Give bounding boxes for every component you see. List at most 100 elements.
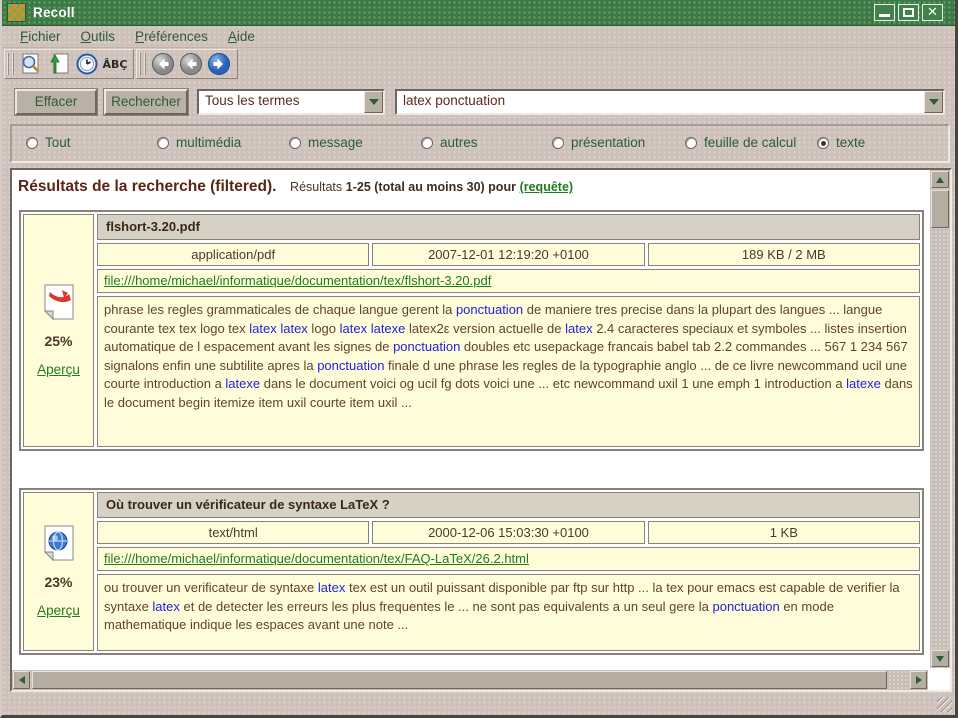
- radio-label: multimédia: [176, 135, 241, 150]
- prev-page-button[interactable]: [177, 51, 205, 77]
- results-range: 1-25 (total au moins 30) pour: [346, 180, 516, 194]
- pdf-file-icon: [42, 284, 76, 320]
- term-explorer-button[interactable]: ÂBÇ: [101, 51, 129, 77]
- result-title: flshort-3.20.pdf: [97, 214, 920, 240]
- triangle-up-icon: [936, 177, 944, 183]
- arrow-left-gray-icon: [151, 52, 175, 76]
- clear-button[interactable]: Effacer: [15, 89, 97, 115]
- minimize-button[interactable]: [874, 4, 895, 21]
- triangle-right-icon: [916, 676, 922, 684]
- sort-params-button[interactable]: [45, 51, 73, 77]
- filter-radio-multimedia[interactable]: multimédia: [157, 135, 241, 150]
- triangle-down-icon: [936, 656, 944, 662]
- vertical-scrollbar[interactable]: [930, 170, 950, 668]
- menu-outils[interactable]: Outils: [71, 27, 126, 47]
- document-search-icon: [19, 52, 43, 76]
- horizontal-scrollbar[interactable]: [12, 670, 928, 690]
- result-1-main: flshort-3.20.pdf application/pdf 2007-12…: [97, 214, 920, 447]
- scroll-left-button[interactable]: [13, 671, 30, 689]
- spelling-abc-icon: ÂBÇ: [103, 58, 128, 71]
- preview-link[interactable]: Aperçu: [37, 362, 80, 377]
- minimize-icon: [879, 14, 890, 17]
- new-search-button[interactable]: [17, 51, 45, 77]
- result-snippet: phrase les regles grammaticales de chaqu…: [97, 296, 920, 447]
- menu-bar: Fichier Outils Préférences Aide: [2, 26, 955, 48]
- result-url-row: file:///home/michael/informatique/docume…: [97, 269, 920, 293]
- resize-grip[interactable]: [937, 697, 952, 712]
- arrow-right-blue-icon: [207, 52, 231, 76]
- result-item-1: 25% Aperçu flshort-3.20.pdf application/…: [19, 210, 924, 451]
- maximize-button[interactable]: [898, 4, 919, 21]
- close-button[interactable]: ✕: [922, 4, 943, 21]
- filter-radio-tout[interactable]: Tout: [26, 135, 71, 150]
- menu-fichier[interactable]: Fichier: [10, 27, 71, 47]
- history-button[interactable]: [73, 51, 101, 77]
- result-2-main: Où trouver un vérificateur de syntaxe La…: [97, 492, 920, 651]
- search-type-dropdown-button[interactable]: [364, 91, 383, 113]
- filter-radio-autres[interactable]: autres: [421, 135, 478, 150]
- result-url-link[interactable]: file:///home/michael/informatique/docume…: [104, 551, 529, 566]
- scroll-down-button[interactable]: [931, 650, 949, 667]
- close-icon: ✕: [923, 5, 942, 20]
- radio-icon: [26, 137, 38, 149]
- scroll-right-button[interactable]: [910, 671, 927, 689]
- filter-radio-feuille-de-calcul[interactable]: feuille de calcul: [685, 135, 796, 150]
- window-title: Recoll: [33, 5, 75, 20]
- radio-icon: [817, 137, 829, 149]
- result-2-side-panel: 23% Aperçu: [23, 492, 94, 651]
- vertical-scrollbar-thumb[interactable]: [931, 190, 949, 228]
- toolbar: ÂBÇ: [2, 48, 955, 80]
- recoll-app-icon: [8, 4, 25, 21]
- relevance-percent: 25%: [44, 333, 72, 349]
- results-list: Résultats de la recherche (filtered). Ré…: [12, 170, 928, 668]
- filter-radio-texte[interactable]: texte: [817, 135, 865, 150]
- modified-date: 2000-12-06 15:03:30 +0100: [372, 521, 644, 544]
- query-link[interactable]: (requête): [520, 180, 573, 194]
- query-combobox[interactable]: latex ponctuation: [395, 89, 945, 115]
- radio-label: message: [308, 135, 363, 150]
- menu-aide[interactable]: Aide: [218, 27, 265, 47]
- clock-icon: [75, 52, 99, 76]
- mime-type: text/html: [97, 521, 369, 544]
- result-url-link[interactable]: file:///home/michael/informatique/docume…: [104, 273, 491, 288]
- result-item-2: 23% Aperçu Où trouver un vérificateur de…: [19, 488, 924, 655]
- first-page-button[interactable]: [149, 51, 177, 77]
- query-dropdown-button[interactable]: [924, 91, 943, 113]
- results-count-prefix: Résultats: [290, 180, 342, 194]
- filter-radio-message[interactable]: message: [289, 135, 363, 150]
- radio-icon: [421, 137, 433, 149]
- filter-radio-presentation[interactable]: présentation: [552, 135, 645, 150]
- search-type-combobox[interactable]: Tous les termes: [197, 89, 385, 115]
- search-type-value: Tous les termes: [205, 93, 300, 108]
- result-title: Où trouver un vérificateur de syntaxe La…: [97, 492, 920, 518]
- document-sort-icon: [47, 52, 71, 76]
- preview-link[interactable]: Aperçu: [37, 603, 80, 618]
- results-header: Résultats de la recherche (filtered). Ré…: [18, 178, 928, 196]
- toolbar-handle[interactable]: [139, 53, 146, 75]
- chevron-down-icon: [369, 99, 379, 105]
- radio-label: feuille de calcul: [704, 135, 796, 150]
- relevance-percent: 23%: [44, 574, 72, 590]
- file-size: 189 KB / 2 MB: [648, 243, 920, 266]
- scroll-up-button[interactable]: [931, 171, 949, 188]
- maximize-icon: [903, 8, 914, 17]
- radio-label: autres: [440, 135, 478, 150]
- status-bar: [2, 692, 955, 715]
- category-filter-panel: Tout multimédia message autres présentat…: [10, 124, 950, 163]
- radio-label: Tout: [45, 135, 71, 150]
- result-1-side-panel: 25% Aperçu: [23, 214, 94, 447]
- file-size: 1 KB: [648, 521, 920, 544]
- toolbar-group-tools: ÂBÇ: [4, 49, 134, 79]
- results-title: Résultats de la recherche (filtered).: [18, 178, 276, 195]
- radio-icon: [685, 137, 697, 149]
- search-button[interactable]: Rechercher: [104, 89, 188, 115]
- modified-date: 2007-12-01 12:19:20 +0100: [372, 243, 644, 266]
- mime-type: application/pdf: [97, 243, 369, 266]
- menu-preferences[interactable]: Préférences: [125, 27, 218, 47]
- radio-icon: [552, 137, 564, 149]
- horizontal-scrollbar-thumb[interactable]: [32, 671, 887, 689]
- next-page-button[interactable]: [205, 51, 233, 77]
- result-meta-row: application/pdf 2007-12-01 12:19:20 +010…: [97, 243, 920, 266]
- radio-icon: [157, 137, 169, 149]
- toolbar-handle[interactable]: [7, 53, 14, 75]
